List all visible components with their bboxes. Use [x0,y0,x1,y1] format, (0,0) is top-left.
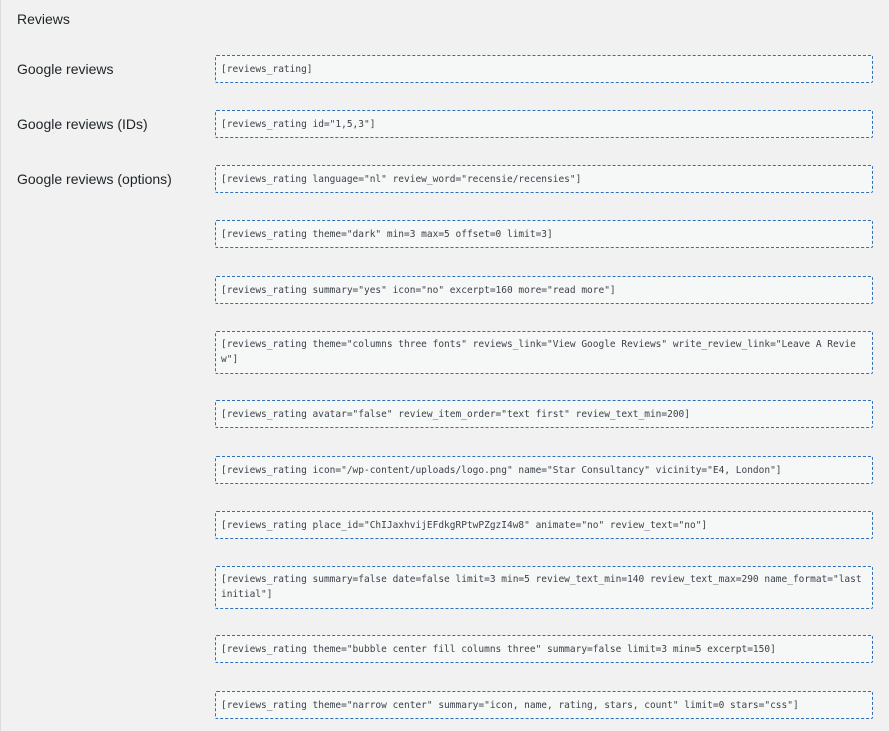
label-google-reviews-ids: Google reviews (IDs) [17,116,148,132]
shortcode-field[interactable]: [reviews_rating] [215,55,873,83]
shortcode-field[interactable]: [reviews_rating id="1,5,3"] [215,110,873,138]
shortcode-field[interactable]: [reviews_rating theme="columns three fon… [215,331,873,374]
shortcode-field[interactable]: [reviews_rating avatar="false" review_it… [215,400,873,428]
shortcode-field[interactable]: [reviews_rating theme="dark" min=3 max=5… [215,220,873,248]
shortcode-field[interactable]: [reviews_rating place_id="ChIJaxhvijEFdk… [215,511,873,539]
shortcode-field[interactable]: [reviews_rating icon="/wp-content/upload… [215,456,873,484]
label-google-reviews: Google reviews [17,61,114,77]
shortcode-field[interactable]: [reviews_rating language="nl" review_wor… [215,165,873,193]
label-google-reviews-options: Google reviews (options) [17,171,172,187]
shortcode-field[interactable]: [reviews_rating summary=false date=false… [215,566,873,609]
shortcode-field[interactable]: [reviews_rating theme="bubble center fil… [215,635,873,663]
shortcode-field[interactable]: [reviews_rating summary="yes" icon="no" … [215,276,873,304]
section-title: Reviews [17,11,70,27]
settings-panel: Reviews Google reviews Google reviews (I… [0,0,889,731]
shortcode-field[interactable]: [reviews_rating theme="narrow center" su… [215,691,873,719]
